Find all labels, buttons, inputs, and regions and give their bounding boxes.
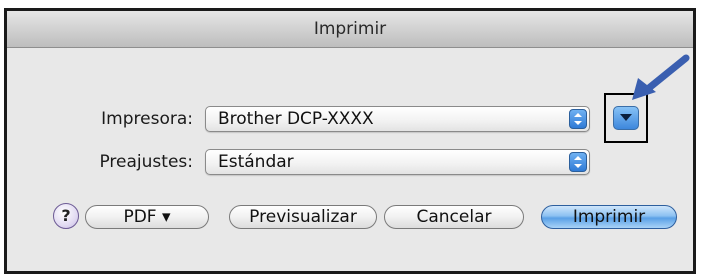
up-down-stepper-icon <box>569 152 587 172</box>
help-button[interactable]: ? <box>53 203 79 229</box>
printer-label: Impresora: <box>101 109 193 129</box>
print-button[interactable]: Imprimir <box>541 205 677 229</box>
preview-button[interactable]: Previsualizar <box>229 205 377 229</box>
presets-label: Preajustes: <box>99 152 193 172</box>
cancel-button[interactable]: Cancelar <box>384 205 524 229</box>
up-down-stepper-icon <box>569 109 587 129</box>
pdf-button[interactable]: PDF ▾ <box>85 205 209 229</box>
presets-value: Estándar <box>218 152 294 172</box>
printer-popup[interactable]: Brother DCP-XXXX <box>205 106 590 132</box>
window-title: Imprimir <box>7 11 693 48</box>
printer-value: Brother DCP-XXXX <box>218 109 374 129</box>
callout-arrow-icon <box>632 54 690 100</box>
presets-popup[interactable]: Estándar <box>205 149 590 175</box>
print-dialog: Imprimir Impresora: Brother DCP-XXXX Pre… <box>4 8 696 274</box>
